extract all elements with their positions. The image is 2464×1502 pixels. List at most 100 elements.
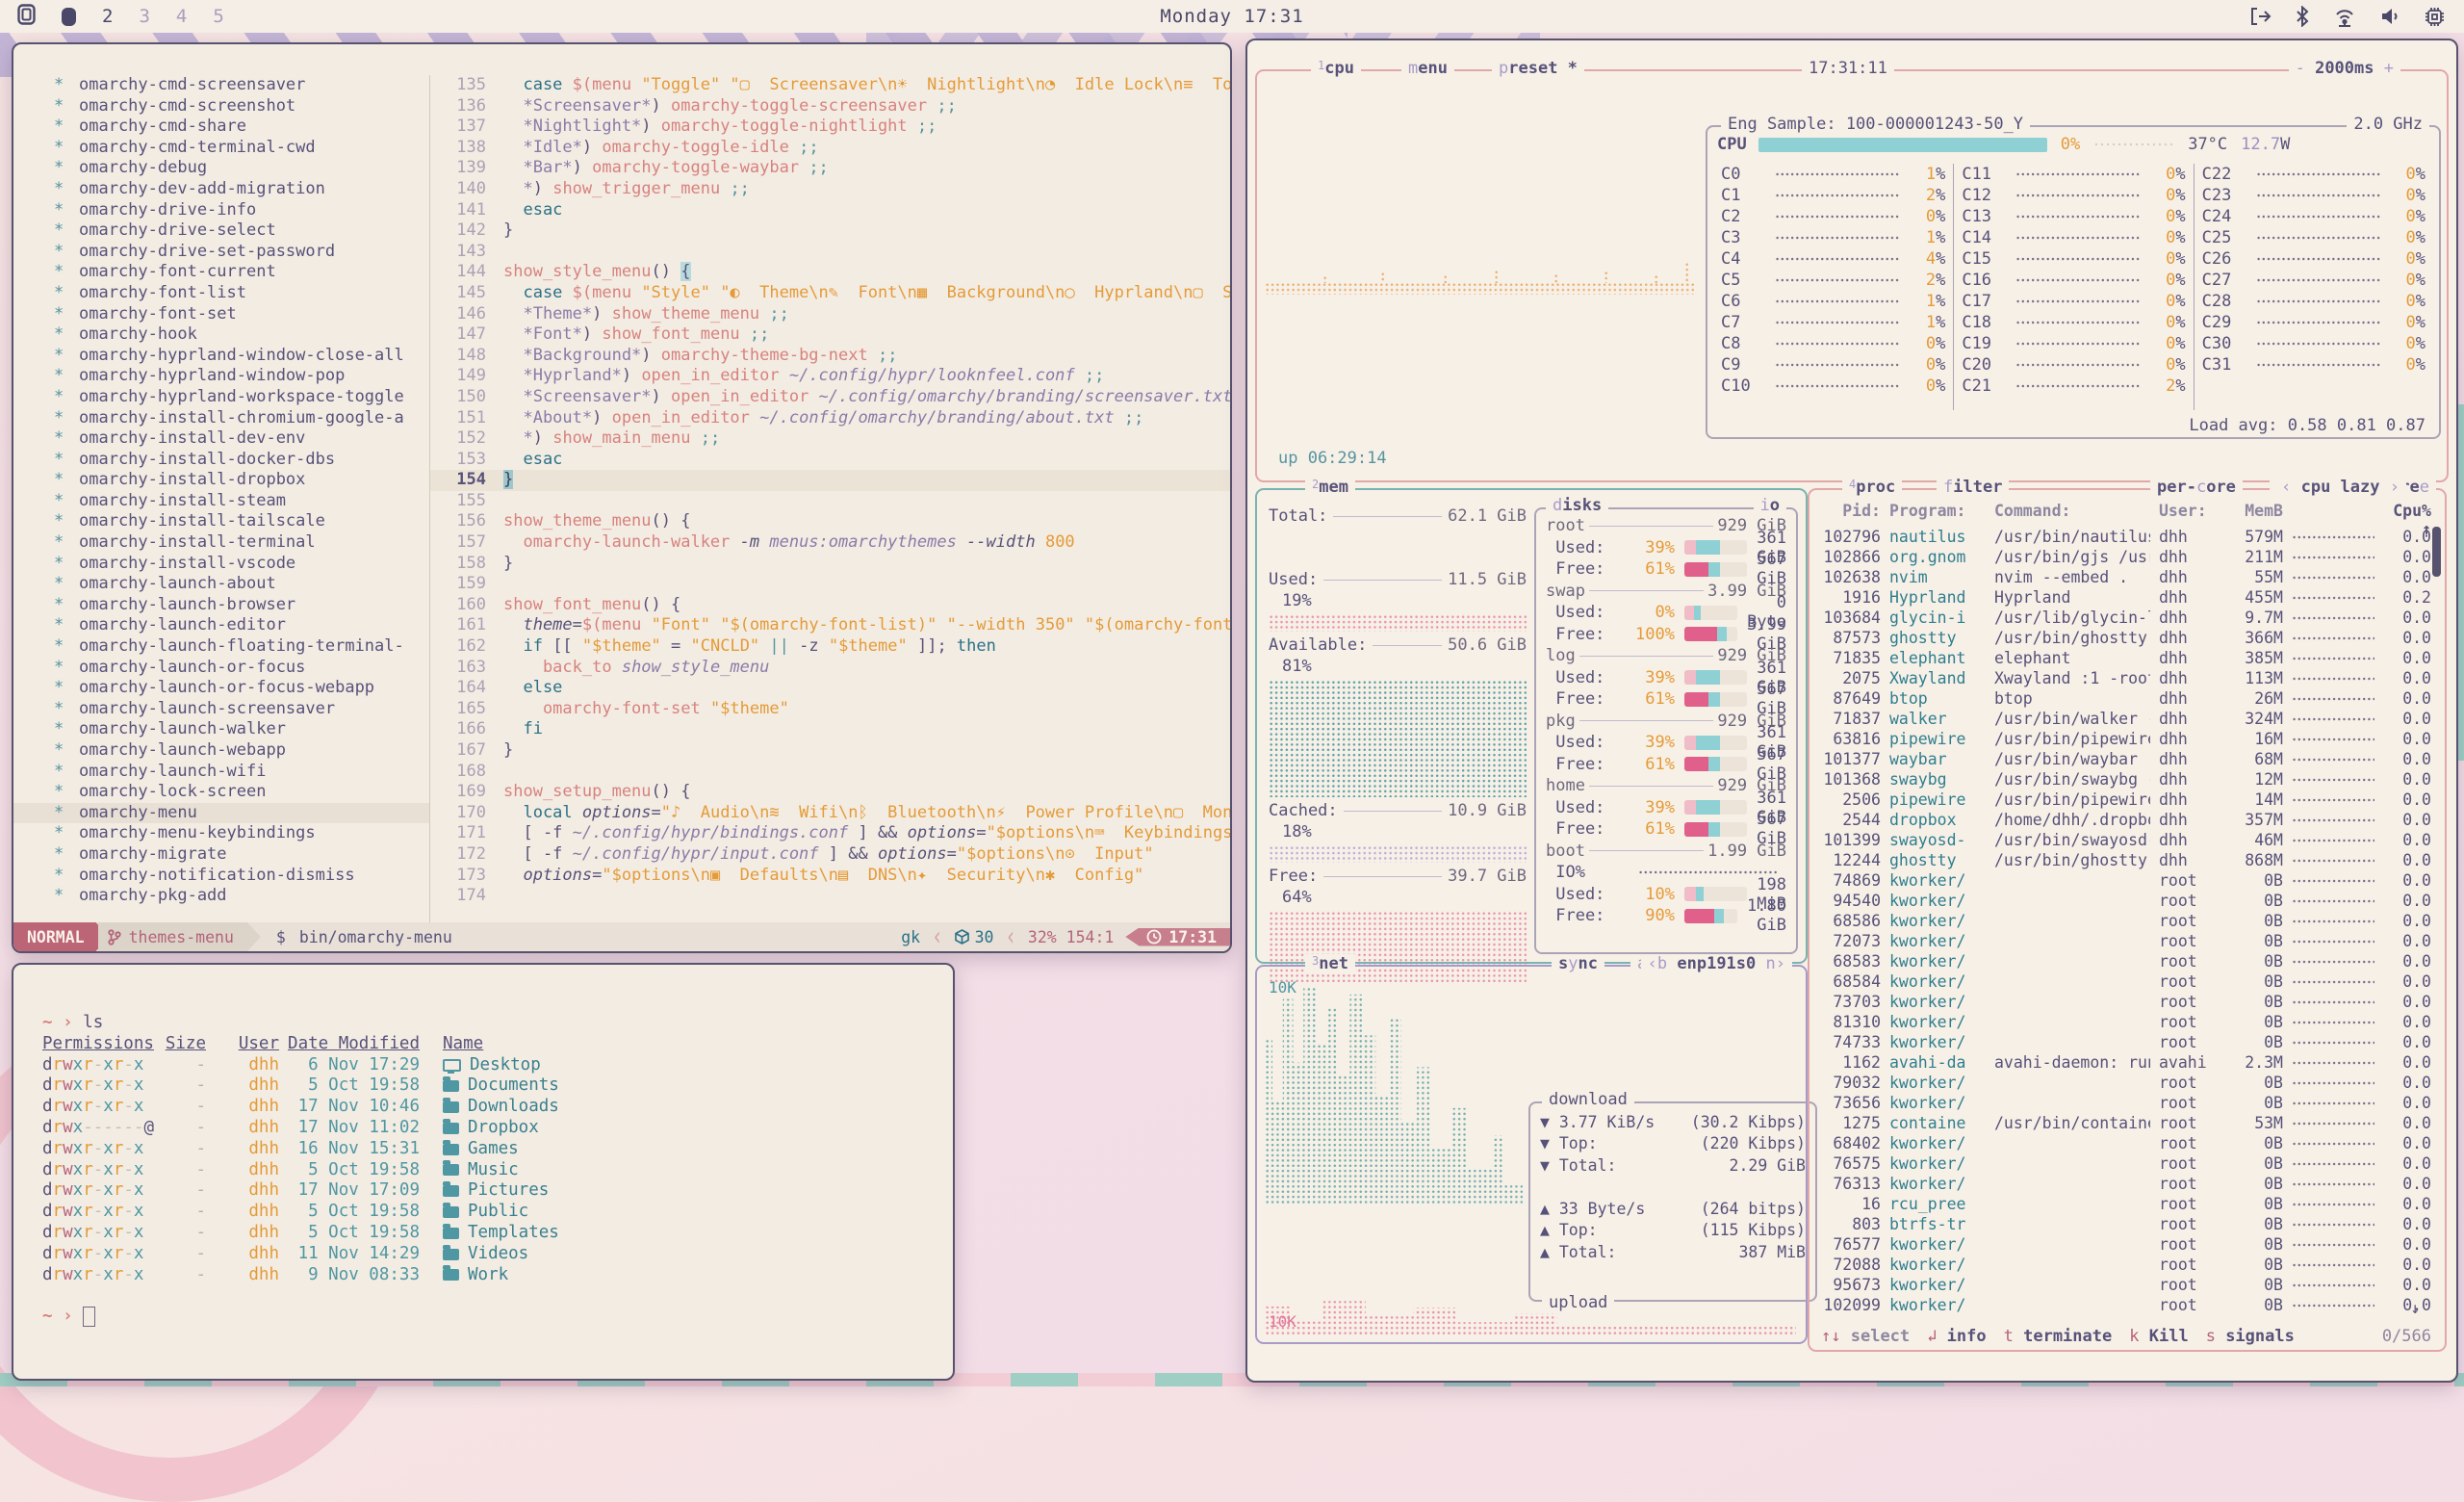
process-row[interactable]: 72088kworker/root0B0.0: [1819, 1255, 2431, 1275]
process-row[interactable]: 68586kworker/root0B0.0: [1819, 911, 2431, 931]
file-list-item[interactable]: *omarchy-hyprland-window-close-all: [13, 346, 429, 367]
file-list-item[interactable]: *omarchy-launch-screensaver: [13, 699, 429, 720]
process-row[interactable]: 102796nautilus/usr/bin/nautilus --newdhh…: [1819, 527, 2431, 547]
process-row[interactable]: 16rcu_preeroot0B0.0: [1819, 1194, 2431, 1214]
process-row[interactable]: 68583kworker/root0B0.0: [1819, 951, 2431, 971]
process-row[interactable]: 1162avahi-daavahi-daemon: running [avahi…: [1819, 1052, 2431, 1073]
file-list-item[interactable]: *omarchy-font-current: [13, 262, 429, 283]
file-list-item[interactable]: *omarchy-menu-keybindings: [13, 823, 429, 844]
tab-mem[interactable]: 2mem: [1305, 478, 1355, 497]
process-row[interactable]: 101368swaybg/usr/bin/swaybg -i /homdhh12…: [1819, 769, 2431, 790]
tab-menu[interactable]: menu: [1401, 59, 1454, 78]
process-row[interactable]: 87573ghostty/usr/bin/ghostty --gtk-dhh36…: [1819, 628, 2431, 648]
file-list-item[interactable]: *omarchy-cmd-share: [13, 117, 429, 138]
process-row[interactable]: 81310kworker/root0B0.0: [1819, 1012, 2431, 1032]
workspace-2[interactable]: 2: [102, 6, 113, 27]
file-list-item[interactable]: *omarchy-install-docker-dbs: [13, 450, 429, 471]
file-list-item[interactable]: *omarchy-dev-add-migration: [13, 179, 429, 200]
process-row[interactable]: 12244ghostty/usr/bin/ghostty --gtk-dhh86…: [1819, 850, 2431, 870]
update-interval[interactable]: - 2000ms +: [2289, 59, 2400, 78]
process-row[interactable]: 76577kworker/root0B0.0: [1819, 1234, 2431, 1255]
process-row[interactable]: 102866org.gnom/usr/bin/gjs /usr/lib/odhh…: [1819, 547, 2431, 567]
file-list-item[interactable]: *omarchy-install-tailscale: [13, 511, 429, 532]
process-row[interactable]: 71837walker/usr/bin/walker --gappldhh324…: [1819, 709, 2431, 729]
proc-tab-filter[interactable]: filter: [1937, 478, 2009, 497]
tab-cpu[interactable]: 1cpu: [1311, 59, 1361, 78]
file-list-item[interactable]: *omarchy-cmd-screenshot: [13, 96, 429, 117]
file-list-item[interactable]: *omarchy-notification-dismiss: [13, 866, 429, 887]
file-list-item[interactable]: *omarchy-debug: [13, 158, 429, 179]
footer-button-terminate[interactable]: t terminate: [2004, 1327, 2113, 1346]
window-icon[interactable]: [17, 4, 36, 30]
proc-sort-selector[interactable]: ‹ cpu lazy ›: [2274, 478, 2406, 497]
file-list-item[interactable]: *omarchy-launch-or-focus: [13, 658, 429, 679]
workspace-4[interactable]: 4: [176, 6, 187, 27]
process-row[interactable]: 72073kworker/root0B0.0: [1819, 931, 2431, 951]
workspace-3[interactable]: 3: [139, 6, 149, 27]
file-list-item[interactable]: *omarchy-launch-walker: [13, 719, 429, 740]
process-row[interactable]: 94540kworker/root0B0.0: [1819, 891, 2431, 911]
file-list-item[interactable]: *omarchy-menu: [13, 803, 429, 824]
file-list-item[interactable]: *omarchy-launch-webapp: [13, 740, 429, 762]
bluetooth-icon[interactable]: [2296, 6, 2309, 27]
file-list-item[interactable]: *omarchy-drive-info: [13, 200, 429, 221]
file-list-item[interactable]: *omarchy-install-chromium-google-a: [13, 408, 429, 429]
process-row[interactable]: 1275containe/usr/bin/containerdroot53M0.…: [1819, 1113, 2431, 1133]
process-row[interactable]: 71835elephantelephantdhh385M0.0: [1819, 648, 2431, 668]
file-list-item[interactable]: *omarchy-drive-set-password: [13, 242, 429, 263]
file-list-item[interactable]: *omarchy-install-dropbox: [13, 470, 429, 491]
process-row[interactable]: 102099kworker/root0B0.0: [1819, 1295, 2431, 1315]
file-list-item[interactable]: *omarchy-launch-about: [13, 574, 429, 595]
process-row[interactable]: 76575kworker/root0B0.0: [1819, 1153, 2431, 1174]
footer-button-info[interactable]: ↲ info: [1927, 1327, 1986, 1346]
terminal-cursor[interactable]: [83, 1307, 95, 1327]
file-list-item[interactable]: *omarchy-cmd-screensaver: [13, 75, 429, 96]
cpu-chip-icon[interactable]: [2425, 7, 2445, 27]
file-list-item[interactable]: *omarchy-lock-screen: [13, 782, 429, 803]
workspace-1-active[interactable]: [62, 8, 76, 26]
footer-button-signals[interactable]: s signals: [2206, 1327, 2295, 1346]
file-list-item[interactable]: *omarchy-cmd-terminal-cwd: [13, 138, 429, 159]
process-row[interactable]: 68584kworker/root0B0.0: [1819, 971, 2431, 992]
file-list-item[interactable]: *omarchy-font-list: [13, 283, 429, 304]
process-row[interactable]: 73656kworker/root0B0.0: [1819, 1093, 2431, 1113]
workspace-5[interactable]: 5: [213, 6, 223, 27]
tab-proc[interactable]: 4proc: [1842, 478, 1902, 497]
process-row[interactable]: 1916HyprlandHyprlanddhh455M0.2: [1819, 587, 2431, 608]
process-row[interactable]: 79032kworker/root0B0.0: [1819, 1073, 2431, 1093]
wifi-icon[interactable]: [2332, 7, 2357, 27]
process-row[interactable]: 74869kworker/root0B0.0: [1819, 870, 2431, 891]
file-list-item[interactable]: *omarchy-migrate: [13, 844, 429, 866]
volume-icon[interactable]: [2380, 7, 2401, 26]
process-row[interactable]: 95673kworker/root0B0.0: [1819, 1275, 2431, 1295]
net-tab-sync[interactable]: sync: [1552, 954, 1604, 973]
file-list-item[interactable]: *omarchy-hook: [13, 324, 429, 346]
process-row[interactable]: 101399swayosd-/usr/bin/swayosd-serverdhh…: [1819, 830, 2431, 850]
proc-tab-per-core[interactable]: per-core: [2150, 478, 2243, 497]
process-row[interactable]: 103684glycin-i/usr/lib/glycin-loadersdhh…: [1819, 608, 2431, 628]
file-list-item[interactable]: *omarchy-launch-wifi: [13, 762, 429, 783]
file-list-item[interactable]: *omarchy-install-steam: [13, 491, 429, 512]
file-list-item[interactable]: *omarchy-hyprland-workspace-toggle: [13, 387, 429, 408]
file-list-item[interactable]: *omarchy-install-terminal: [13, 532, 429, 554]
process-row[interactable]: 101377waybar/usr/bin/waybardhh68M0.0: [1819, 749, 2431, 769]
file-list-item[interactable]: *omarchy-install-vscode: [13, 554, 429, 575]
process-row[interactable]: 2544dropbox/home/dhh/.dropbox-distdhh357…: [1819, 810, 2431, 830]
process-row[interactable]: 73703kworker/root0B0.0: [1819, 992, 2431, 1012]
process-scrollbar[interactable]: [2432, 527, 2441, 577]
footer-button-select[interactable]: ↑↓ select: [1821, 1327, 1910, 1346]
file-list-item[interactable]: *omarchy-drive-select: [13, 220, 429, 242]
file-list-item[interactable]: *omarchy-pkg-add: [13, 886, 429, 907]
file-list-item[interactable]: *omarchy-font-set: [13, 304, 429, 325]
file-list-item[interactable]: *omarchy-launch-or-focus-webapp: [13, 678, 429, 699]
disks-io-toggle[interactable]: io: [1754, 496, 1787, 515]
net-interface-switcher[interactable]: ‹b enp191s0 n›: [1641, 954, 1792, 973]
file-list-item[interactable]: *omarchy-launch-editor: [13, 615, 429, 636]
file-list-item[interactable]: *omarchy-launch-browser: [13, 595, 429, 616]
file-list-item[interactable]: *omarchy-install-dev-env: [13, 428, 429, 450]
process-row[interactable]: 87649btopbtopdhh26M0.0: [1819, 688, 2431, 709]
shell-prompt-active[interactable]: ~ ›: [42, 1307, 924, 1328]
process-row[interactable]: 2075XwaylandXwayland :1 -rootless -dhh11…: [1819, 668, 2431, 688]
process-row[interactable]: 68402kworker/root0B0.0: [1819, 1133, 2431, 1153]
process-row[interactable]: 2506pipewire/usr/bin/pipewire-pulsedhh14…: [1819, 790, 2431, 810]
